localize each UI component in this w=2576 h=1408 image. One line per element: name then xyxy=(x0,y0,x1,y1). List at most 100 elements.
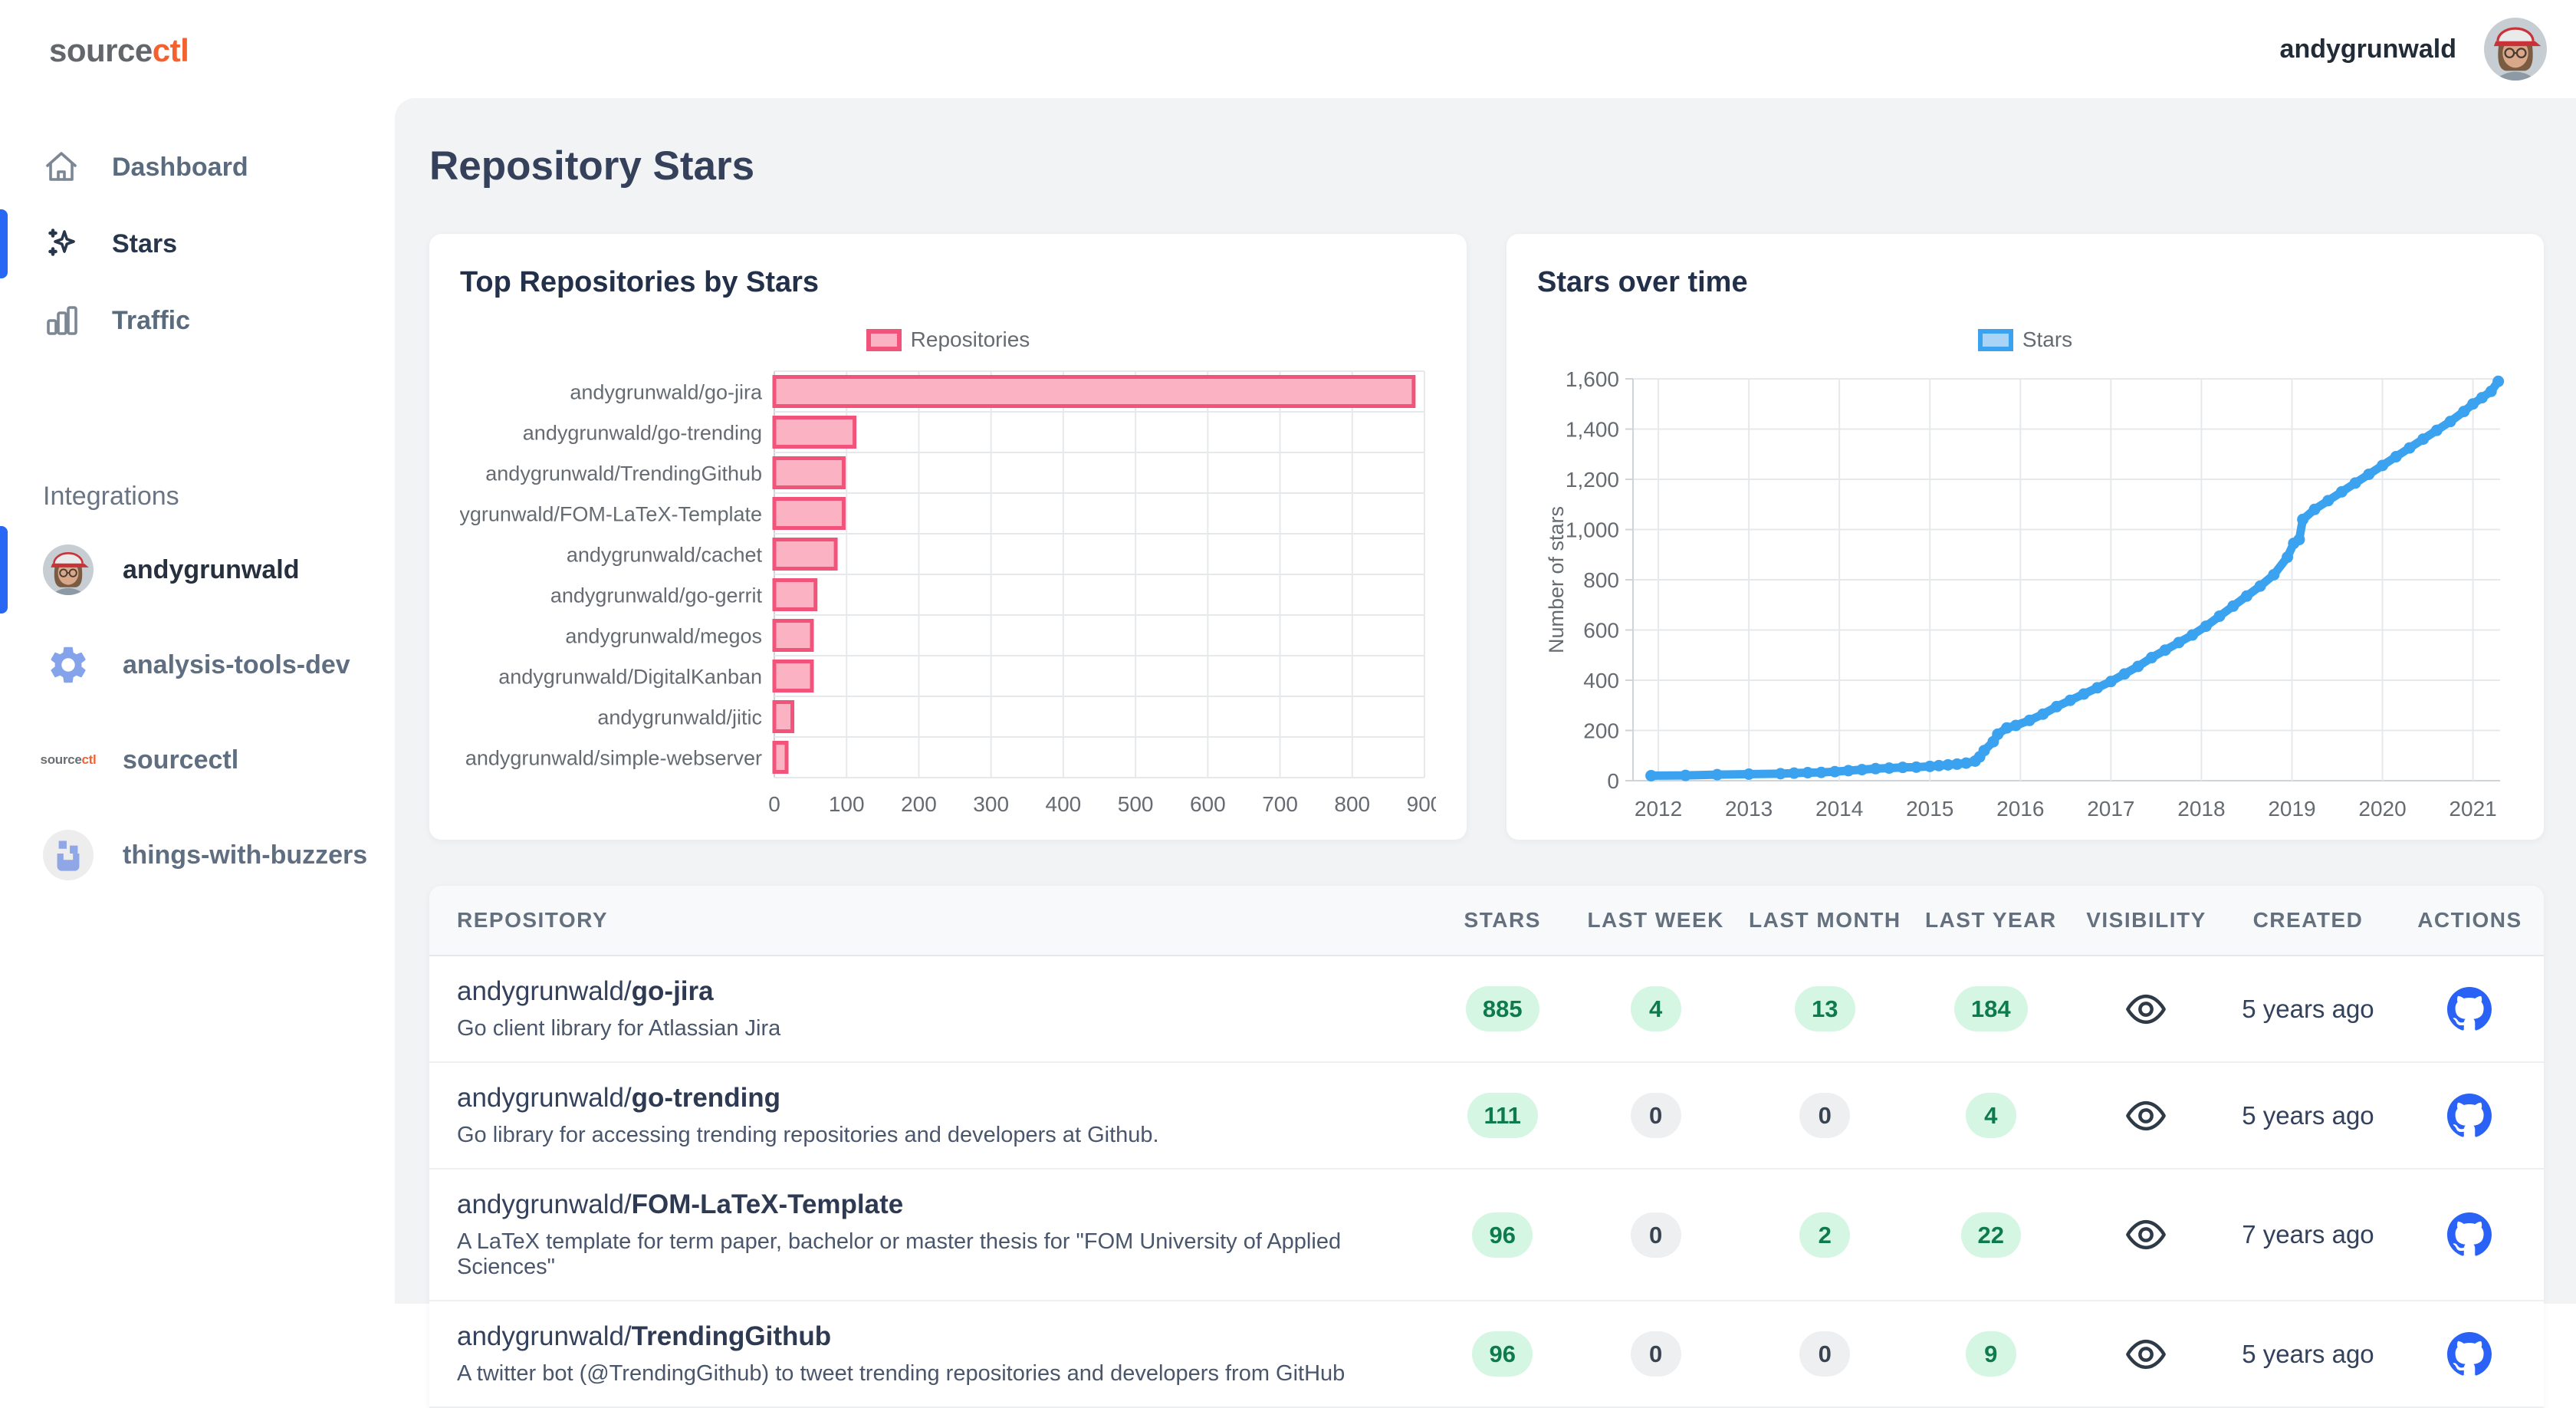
app-logo[interactable]: sourcectl xyxy=(0,0,395,69)
repo-name[interactable]: andygrunwald/TrendingGithub xyxy=(457,1321,1434,1352)
svg-text:andygrunwald/simple-webserver: andygrunwald/simple-webserver xyxy=(465,747,762,770)
svg-text:500: 500 xyxy=(1118,792,1154,816)
integration-item-things-with-buzzers[interactable]: things-with-buzzers xyxy=(0,808,395,903)
sidebar-item-label: Dashboard xyxy=(112,153,248,183)
col-created[interactable]: CREATED xyxy=(2220,886,2396,956)
col-repository[interactable]: REPOSITORY xyxy=(429,886,1434,956)
svg-text:0: 0 xyxy=(1607,769,1619,793)
legend-swatch xyxy=(866,329,902,351)
repo-description: A LaTeX template for term paper, bachelo… xyxy=(457,1229,1434,1280)
integration-label: andygrunwald xyxy=(123,555,299,585)
actions-cell xyxy=(2396,956,2544,1062)
eye-icon[interactable] xyxy=(2125,1002,2167,1015)
user-avatar-icon xyxy=(43,544,94,595)
repo-name[interactable]: andygrunwald/go-jira xyxy=(457,976,1434,1007)
created-label: 5 years ago xyxy=(2242,1340,2374,1368)
svg-text:andygrunwald/go-trending: andygrunwald/go-trending xyxy=(523,422,762,445)
sparkles-icon xyxy=(43,225,80,262)
last-week-badge: 0 xyxy=(1631,1212,1681,1258)
stars-over-time-card: Stars over time Stars 02004006008001,000… xyxy=(1506,234,2544,840)
col-last-week[interactable]: LAST WEEK xyxy=(1571,886,1740,956)
eye-icon[interactable] xyxy=(2125,1109,2167,1122)
last-month-cell: 13 xyxy=(1740,956,1910,1062)
eye-icon[interactable] xyxy=(2125,1228,2167,1241)
svg-text:100: 100 xyxy=(829,792,865,816)
integration-item-sourcectl[interactable]: sourcectl sourcectl xyxy=(0,712,395,808)
repo-name[interactable]: andygrunwald/FOM-LaTeX-Template xyxy=(457,1189,1434,1220)
last-week-cell: 4 xyxy=(1571,956,1740,1062)
svg-text:1,400: 1,400 xyxy=(1566,418,1619,442)
line-chart: 02004006008001,0001,2001,4001,6002012201… xyxy=(1537,368,2513,824)
svg-text:2021: 2021 xyxy=(2449,797,2496,821)
bar-chart-legend[interactable]: Repositories xyxy=(460,327,1436,353)
stars-badge: 111 xyxy=(1467,1093,1538,1138)
svg-text:2018: 2018 xyxy=(2177,797,2225,821)
svg-text:400: 400 xyxy=(1583,669,1619,692)
created-label: 5 years ago xyxy=(2242,995,2374,1023)
top-repositories-card: Top Repositories by Stars Repositories 0… xyxy=(429,234,1467,840)
topbar: andygrunwald xyxy=(395,0,2576,98)
github-icon[interactable] xyxy=(2447,1002,2492,1015)
stars-cell: 111 xyxy=(1434,1062,1571,1169)
svg-text:600: 600 xyxy=(1190,792,1226,816)
created-label: 7 years ago xyxy=(2242,1220,2374,1248)
svg-text:andygrunwald/FOM-LaTeX-Templat: andygrunwald/FOM-LaTeX-Template xyxy=(460,503,762,526)
home-icon xyxy=(43,149,80,186)
svg-text:andygrunwald/go-jira: andygrunwald/go-jira xyxy=(570,381,763,404)
svg-text:800: 800 xyxy=(1334,792,1370,816)
col-visibility[interactable]: VISIBILITY xyxy=(2072,886,2220,956)
bar-chart-icon xyxy=(43,302,80,339)
main-content: Repository Stars Top Repositories by Sta… xyxy=(395,98,2576,1304)
visibility-cell xyxy=(2072,956,2220,1062)
table-header-row: REPOSITORY STARS LAST WEEK LAST MONTH LA… xyxy=(429,886,2544,956)
svg-text:200: 200 xyxy=(1583,719,1619,743)
github-icon[interactable] xyxy=(2447,1228,2492,1241)
user-avatar[interactable] xyxy=(2484,18,2547,81)
last-year-badge: 9 xyxy=(1966,1331,2016,1377)
last-year-cell: 22 xyxy=(1910,1169,2072,1301)
eye-icon[interactable] xyxy=(2125,1347,2167,1360)
logo-text-primary: source xyxy=(49,32,153,68)
github-icon[interactable] xyxy=(2447,1347,2492,1360)
col-last-year[interactable]: LAST YEAR xyxy=(1910,886,2072,956)
actions-cell xyxy=(2396,1169,2544,1301)
svg-text:andygrunwald/jitic: andygrunwald/jitic xyxy=(597,706,762,729)
table-row: andygrunwald/go-trending Go library for … xyxy=(429,1062,2544,1169)
svg-text:andygrunwald/go-gerrit: andygrunwald/go-gerrit xyxy=(550,584,763,607)
svg-text:600: 600 xyxy=(1583,619,1619,643)
sourcectl-logo-icon: sourcectl xyxy=(43,735,94,785)
sidebar-item-traffic[interactable]: Traffic xyxy=(0,282,395,359)
svg-text:900: 900 xyxy=(1407,792,1436,816)
integration-item-analysis-tools-dev[interactable]: analysis-tools-dev xyxy=(0,617,395,712)
table-row: andygrunwald/go-jira Go client library f… xyxy=(429,956,2544,1062)
svg-text:2016: 2016 xyxy=(1996,797,2044,821)
last-month-badge: 0 xyxy=(1799,1331,1850,1377)
stars-badge: 96 xyxy=(1472,1331,1532,1377)
svg-text:andygrunwald/cachet: andygrunwald/cachet xyxy=(567,544,763,567)
repo-name[interactable]: andygrunwald/go-trending xyxy=(457,1083,1434,1114)
svg-text:1,200: 1,200 xyxy=(1566,468,1619,492)
col-stars[interactable]: STARS xyxy=(1434,886,1571,956)
stars-cell: 96 xyxy=(1434,1301,1571,1407)
github-icon[interactable] xyxy=(2447,1109,2492,1122)
last-month-badge: 2 xyxy=(1799,1212,1850,1258)
last-week-cell: 0 xyxy=(1571,1062,1740,1169)
sidebar-item-stars[interactable]: Stars xyxy=(0,206,395,282)
sidebar-item-dashboard[interactable]: Dashboard xyxy=(0,129,395,206)
sidebar: sourcectl Dashboard Stars xyxy=(0,0,395,1304)
sidebar-item-label: Stars xyxy=(112,229,177,259)
svg-text:andygrunwald/TrendingGithub: andygrunwald/TrendingGithub xyxy=(485,462,762,485)
integration-item-andygrunwald[interactable]: andygrunwald xyxy=(0,522,395,617)
col-actions[interactable]: ACTIONS xyxy=(2396,886,2544,956)
stars-cell: 885 xyxy=(1434,956,1571,1062)
svg-text:800: 800 xyxy=(1583,568,1619,592)
repo-cell: andygrunwald/go-jira Go client library f… xyxy=(429,956,1434,1062)
last-year-cell: 4 xyxy=(1910,1062,2072,1169)
gear-icon xyxy=(43,640,94,690)
col-last-month[interactable]: LAST MONTH xyxy=(1740,886,1910,956)
line-chart-legend[interactable]: Stars xyxy=(1537,327,2513,353)
buzzers-icon xyxy=(43,830,94,880)
svg-text:Number of stars: Number of stars xyxy=(1545,506,1568,653)
visibility-cell xyxy=(2072,1301,2220,1407)
created-label: 5 years ago xyxy=(2242,1101,2374,1130)
